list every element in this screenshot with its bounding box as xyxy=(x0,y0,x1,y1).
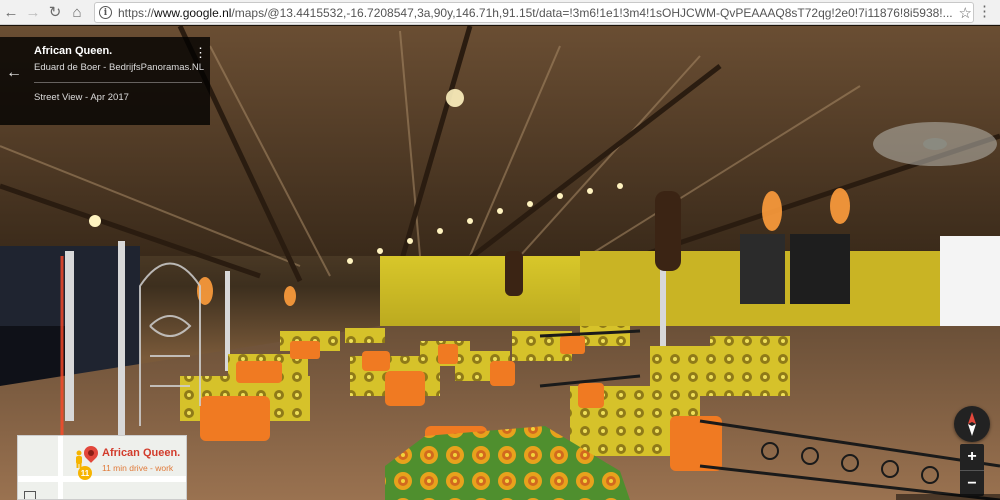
card-divider xyxy=(34,82,202,83)
url-scheme: https:// xyxy=(118,5,155,20)
info-icon[interactable]: i xyxy=(99,6,112,19)
url-text[interactable]: https://www.google.nl/maps/@13.4415532,-… xyxy=(118,6,973,20)
home-icon[interactable]: ⌂ xyxy=(66,0,88,25)
map-road xyxy=(58,436,63,499)
route-badge: 11 xyxy=(78,466,92,480)
mini-map[interactable]: 11 African Queen. 11 min drive - work xyxy=(17,435,187,500)
place-title: African Queen. xyxy=(34,45,113,57)
place-info-card: ← African Queen. Eduard de Boer - Bedrij… xyxy=(0,37,210,125)
photo-author[interactable]: Eduard de Boer - BedrijfsPanoramas.NL xyxy=(34,62,204,73)
drive-time: 11 min drive - work xyxy=(102,463,174,473)
address-bar[interactable]: i https://www.google.nl/maps/@13.4415532… xyxy=(94,2,974,23)
reload-icon[interactable]: ↻ xyxy=(44,0,66,25)
expand-map-icon[interactable] xyxy=(24,491,36,499)
street-view-date[interactable]: Street View - Apr 2017 xyxy=(34,92,129,103)
menu-icon[interactable]: ⋮ xyxy=(977,3,992,21)
url-domain: www.google.nl xyxy=(154,5,232,20)
place-pin-icon[interactable] xyxy=(81,443,101,463)
more-options-icon[interactable]: ⋮ xyxy=(194,46,207,59)
back-arrow-icon[interactable]: ← xyxy=(0,0,22,25)
compass-icon[interactable] xyxy=(954,406,990,442)
zoom-out-button[interactable]: − xyxy=(960,470,984,496)
star-icon[interactable]: ☆ xyxy=(959,4,972,22)
map-road xyxy=(18,476,186,482)
attribution-strip xyxy=(896,494,1000,500)
zoom-in-button[interactable]: + xyxy=(960,444,984,470)
minimap-place-name[interactable]: African Queen. xyxy=(102,447,180,459)
zoom-control: + − xyxy=(960,444,984,496)
browser-toolbar: ← → ↻ ⌂ i https://www.google.nl/maps/@13… xyxy=(0,0,1000,25)
back-to-map-icon[interactable]: ← xyxy=(6,64,22,82)
forward-arrow-icon[interactable]: → xyxy=(22,0,44,25)
street-view-panorama[interactable]: ← African Queen. Eduard de Boer - Bedrij… xyxy=(0,26,1000,500)
url-path: /maps/@13.4415532,-16.7208547,3a,90y,146… xyxy=(231,5,953,20)
